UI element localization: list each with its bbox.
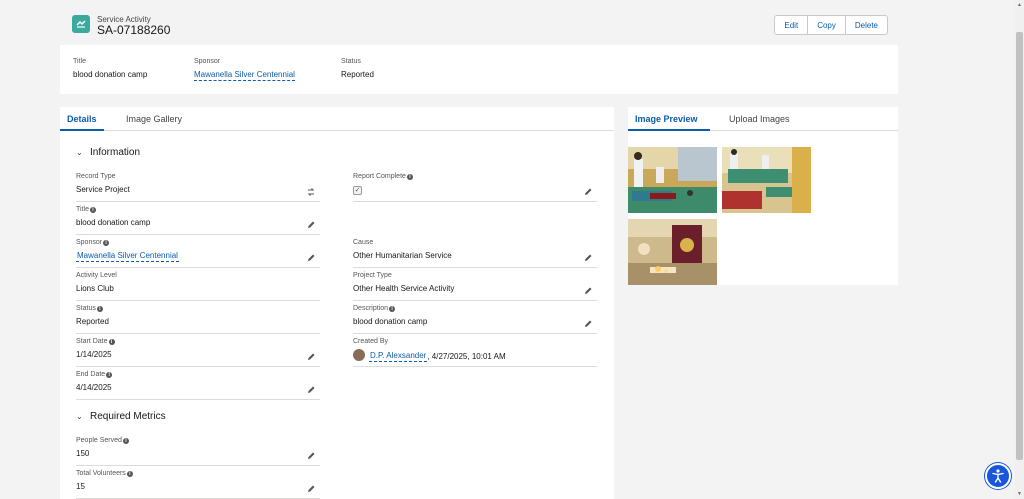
pencil-icon[interactable] bbox=[306, 451, 316, 461]
field-status: Status i Reported bbox=[76, 301, 320, 334]
image-thumbnail[interactable] bbox=[628, 147, 717, 213]
details-panel: Details Image Gallery ⌄ Information Reco… bbox=[60, 107, 614, 499]
edit-button[interactable]: Edit bbox=[775, 16, 809, 34]
tab-active-underline bbox=[60, 129, 104, 131]
field-title: Title i blood donation camp bbox=[76, 202, 320, 235]
pencil-icon[interactable] bbox=[306, 253, 316, 263]
field-total-volunteers: Total Volunteers i 15 bbox=[76, 466, 320, 499]
action-button-group: Edit Copy Delete bbox=[774, 15, 888, 35]
field-report-complete: Report Complete i ✓ bbox=[353, 169, 597, 202]
section-required-metrics-toggle[interactable]: ⌄ Required Metrics bbox=[76, 411, 166, 422]
highlight-sponsor: Sponsor Mawanella Silver Centennial bbox=[194, 58, 295, 81]
info-icon[interactable]: i bbox=[122, 437, 129, 444]
record-name: SA-07188260 bbox=[97, 23, 171, 37]
change-record-type-icon[interactable] bbox=[306, 187, 316, 197]
left-tab-bar: Details Image Gallery bbox=[60, 107, 614, 131]
pencil-icon[interactable] bbox=[306, 220, 316, 230]
info-icon[interactable]: i bbox=[106, 371, 113, 378]
right-tab-bar: Image Preview Upload Images bbox=[628, 107, 898, 131]
highlights-panel: Title blood donation camp Sponsor Mawane… bbox=[60, 45, 898, 94]
avatar bbox=[353, 349, 365, 361]
field-record-type: Record Type Service Project bbox=[76, 169, 320, 202]
field-start-date: Start Date i 1/14/2025 bbox=[76, 334, 320, 367]
highlight-status: Status Reported bbox=[341, 58, 374, 79]
pencil-icon[interactable] bbox=[583, 187, 593, 197]
tab-details[interactable]: Details bbox=[67, 114, 97, 124]
info-icon[interactable]: i bbox=[89, 206, 96, 213]
sponsor-field-link[interactable]: Mawanella Silver Centennial bbox=[76, 251, 179, 262]
scrollbar-thumb[interactable] bbox=[1016, 32, 1023, 460]
accessibility-icon bbox=[992, 469, 1004, 483]
field-description: Description i blood donation camp bbox=[353, 301, 597, 334]
chevron-down-icon: ⌄ bbox=[76, 148, 83, 157]
delete-button[interactable]: Delete bbox=[846, 16, 887, 34]
field-activity-level: Activity Level Lions Club bbox=[76, 268, 320, 301]
pencil-icon[interactable] bbox=[306, 484, 316, 494]
tab-upload-images[interactable]: Upload Images bbox=[729, 114, 790, 124]
service-activity-icon bbox=[72, 15, 90, 33]
section-information-toggle[interactable]: ⌄ Information bbox=[76, 147, 140, 158]
copy-button[interactable]: Copy bbox=[808, 16, 846, 34]
image-thumbnail[interactable] bbox=[722, 147, 811, 213]
record-header: Service Activity SA-07188260 Edit Copy D… bbox=[60, 10, 898, 42]
pencil-icon[interactable] bbox=[306, 385, 316, 395]
pencil-icon[interactable] bbox=[583, 253, 593, 263]
accessibility-button[interactable] bbox=[985, 463, 1011, 489]
info-icon[interactable]: i bbox=[108, 338, 115, 345]
field-created-by: Created By D.P. Alexsander , 4/27/2025, … bbox=[353, 334, 597, 367]
field-project-type: Project Type Other Health Service Activi… bbox=[353, 268, 597, 301]
image-panel: Image Preview Upload Images bbox=[628, 107, 898, 285]
report-complete-checkbox[interactable]: ✓ bbox=[353, 186, 362, 195]
info-icon[interactable]: i bbox=[103, 239, 110, 246]
info-icon[interactable]: i bbox=[389, 305, 396, 312]
pencil-icon[interactable] bbox=[583, 319, 593, 329]
tab-image-preview[interactable]: Image Preview bbox=[635, 114, 698, 124]
page-scrollbar[interactable]: ▲ ▼ bbox=[1015, 0, 1024, 499]
info-icon[interactable]: i bbox=[406, 173, 413, 180]
field-people-served: People Served i 150 bbox=[76, 433, 320, 466]
field-cause: Cause Other Humanitarian Service bbox=[353, 235, 597, 268]
image-thumbnail[interactable] bbox=[628, 219, 717, 285]
sponsor-link[interactable]: Mawanella Silver Centennial bbox=[194, 70, 295, 81]
pencil-icon[interactable] bbox=[306, 352, 316, 362]
created-by-user-link[interactable]: D.P. Alexsander bbox=[369, 351, 428, 362]
scroll-down-arrow-icon[interactable]: ▼ bbox=[1017, 491, 1022, 497]
tab-image-gallery[interactable]: Image Gallery bbox=[126, 114, 182, 124]
info-icon[interactable]: i bbox=[96, 305, 103, 312]
field-sponsor: Sponsor i Mawanella Silver Centennial bbox=[76, 235, 320, 268]
info-icon[interactable]: i bbox=[126, 470, 133, 477]
scroll-up-arrow-icon[interactable]: ▲ bbox=[1017, 2, 1022, 8]
field-end-date: End Date i 4/14/2025 bbox=[76, 367, 320, 400]
highlight-title: Title blood donation camp bbox=[73, 58, 148, 79]
pencil-icon[interactable] bbox=[583, 286, 593, 296]
chevron-down-icon: ⌄ bbox=[76, 412, 83, 421]
tab-active-underline bbox=[628, 129, 710, 131]
